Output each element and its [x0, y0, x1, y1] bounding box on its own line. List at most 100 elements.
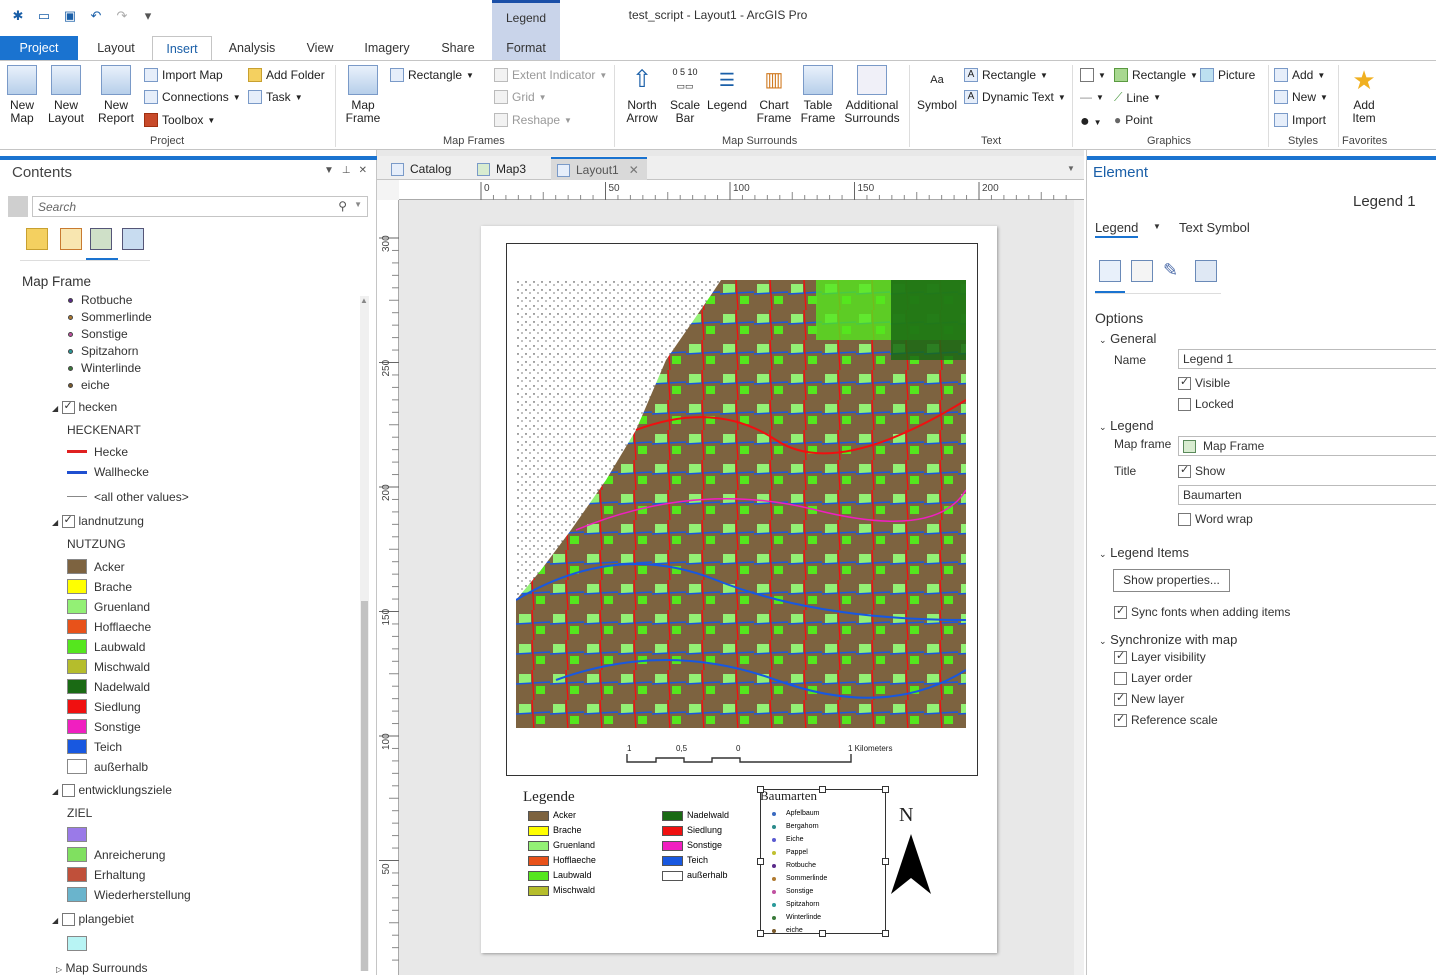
new-report-button[interactable]: New Report — [94, 65, 138, 125]
scale-bar-button[interactable]: 0 5 10 ▭▭ Scale Bar — [666, 65, 704, 125]
word-wrap-checkbox[interactable] — [1178, 513, 1191, 527]
editing-icon[interactable] — [122, 228, 144, 250]
grid-button[interactable]: Grid ▼ — [494, 90, 547, 104]
close-icon[interactable]: ✕ — [359, 165, 367, 176]
additional-surrounds-button[interactable]: Additional Surrounds — [840, 65, 904, 125]
map-frame-button[interactable]: Map Frame — [340, 65, 386, 125]
entwicklungsziele-layer-row[interactable]: ◢ entwicklungsziele — [52, 783, 172, 798]
new-layout-button[interactable]: New Layout — [44, 65, 88, 125]
point-color-button[interactable]: ● ▼ — [1080, 113, 1102, 131]
new-layer-option[interactable]: New layer — [1114, 691, 1184, 707]
drawing-order-icon[interactable] — [26, 228, 48, 250]
tab-project[interactable]: Project — [0, 36, 78, 60]
extent-indicator-button[interactable]: Extent Indicator ▼ — [494, 68, 607, 82]
north-arrow-button[interactable]: ⇧ North Arrow — [620, 65, 664, 125]
line-color-button[interactable]: — ▼ — [1080, 90, 1104, 104]
hecken-visibility-checkbox[interactable] — [61, 399, 75, 415]
selection-icon[interactable] — [90, 228, 112, 250]
tab-map3[interactable]: Map3 — [471, 158, 532, 180]
reference-scale-option[interactable]: Reference scale — [1114, 712, 1218, 728]
edit-icon[interactable]: ✎ — [1163, 260, 1185, 282]
title-text-field[interactable]: Baumarten — [1178, 485, 1436, 505]
tab-view[interactable]: View — [296, 36, 344, 60]
landnutzung-visibility-checkbox[interactable] — [61, 513, 75, 529]
sync-fonts-option[interactable]: Sync fonts when adding items — [1114, 604, 1290, 620]
fill-color-button[interactable]: ▼ — [1080, 68, 1106, 82]
new-layer-checkbox[interactable] — [1114, 691, 1127, 707]
symbol-button[interactable]: Aa Symbol — [914, 65, 960, 112]
show-title-checkbox[interactable] — [1178, 463, 1191, 479]
pane-options-icon[interactable]: ▼ — [324, 165, 334, 176]
show-properties-button[interactable]: Show properties... — [1113, 569, 1230, 592]
layout-scrollbar[interactable] — [1074, 200, 1084, 975]
locked-option[interactable]: Locked — [1178, 397, 1234, 412]
collapse-icon[interactable]: ◢ — [52, 404, 58, 413]
visible-checkbox[interactable] — [1178, 375, 1191, 391]
reference-scale-checkbox[interactable] — [1114, 712, 1127, 728]
resize-handle[interactable] — [757, 858, 764, 865]
search-input[interactable]: Search ⚲ ▼ — [32, 196, 368, 217]
tab-insert[interactable]: Insert — [152, 36, 212, 61]
resize-handle[interactable] — [882, 930, 889, 937]
data-source-icon[interactable] — [60, 228, 82, 250]
table-frame-button[interactable]: Table Frame — [798, 65, 838, 125]
expand-icon[interactable]: ▷ — [56, 965, 62, 974]
sync-fonts-checkbox[interactable] — [1114, 604, 1127, 620]
tab-share[interactable]: Share — [430, 36, 486, 60]
baumarten-legend-selection[interactable] — [760, 789, 886, 934]
graphics-rectangle-button[interactable]: Rectangle ▼ — [1114, 68, 1198, 82]
tab-layout[interactable]: Layout — [84, 36, 148, 60]
rectangle-frame-button[interactable]: Rectangle ▼ — [390, 68, 474, 82]
display-icon[interactable] — [1195, 260, 1217, 282]
connections-button[interactable]: Connections ▼ — [144, 90, 241, 104]
plangebiet-layer-row[interactable]: ◢ plangebiet — [52, 912, 134, 927]
tab-legend-options[interactable]: Legend — [1095, 220, 1139, 238]
entwicklungsziele-visibility-checkbox[interactable] — [61, 784, 75, 798]
legend-button[interactable]: ☰ Legend — [706, 65, 748, 112]
hecken-layer-row[interactable]: ◢ hecken — [52, 399, 117, 415]
scale-bar[interactable] — [626, 754, 856, 766]
resize-handle[interactable] — [882, 786, 889, 793]
general-section[interactable]: ⌄ General — [1099, 331, 1156, 346]
close-icon[interactable]: ✕ — [629, 163, 639, 177]
text-rectangle-button[interactable]: A Rectangle ▼ — [964, 68, 1048, 82]
visible-option[interactable]: Visible — [1178, 375, 1230, 391]
scrollbar-thumb[interactable] — [361, 601, 368, 971]
add-item-button[interactable]: ★ Add Item — [1344, 65, 1384, 125]
map-surrounds-node[interactable]: ▷ Map Surrounds — [56, 961, 148, 975]
contents-scrollbar[interactable]: ▲ — [360, 296, 369, 971]
legend-section[interactable]: ⌄ Legend — [1099, 418, 1154, 433]
toolbox-button[interactable]: Toolbox ▼ — [144, 113, 215, 127]
scroll-up-icon[interactable]: ▲ — [360, 296, 368, 305]
resize-handle[interactable] — [819, 930, 826, 937]
layer-visibility-option[interactable]: Layer visibility — [1114, 649, 1206, 665]
show-title-option[interactable]: Show — [1178, 463, 1225, 479]
import-map-button[interactable]: Import Map — [144, 68, 223, 82]
graphics-line-button[interactable]: ⟋ Line ▼ — [1114, 90, 1161, 105]
dynamic-text-button[interactable]: A Dynamic Text ▼ — [964, 90, 1066, 104]
styles-import-button[interactable]: Import — [1274, 113, 1326, 127]
chevron-down-icon[interactable]: ▼ — [1153, 222, 1161, 231]
chart-frame-button[interactable]: ▥ Chart Frame — [752, 65, 796, 125]
styles-new-button[interactable]: New ▼ — [1274, 90, 1328, 104]
name-field[interactable]: Legend 1 — [1178, 349, 1436, 369]
new-map-button[interactable]: New Map — [4, 65, 40, 125]
layer-order-checkbox[interactable] — [1114, 672, 1127, 686]
resize-handle[interactable] — [757, 786, 764, 793]
tab-catalog[interactable]: Catalog — [385, 158, 457, 180]
picture-button[interactable]: Picture — [1200, 68, 1255, 82]
resize-handle[interactable] — [882, 858, 889, 865]
layer-order-option[interactable]: Layer order — [1114, 671, 1192, 686]
layer-visibility-checkbox[interactable] — [1114, 649, 1127, 665]
arrangement-icon[interactable] — [1131, 260, 1153, 282]
word-wrap-option[interactable]: Word wrap — [1178, 512, 1253, 527]
plangebiet-visibility-checkbox[interactable] — [61, 913, 75, 927]
pin-icon[interactable]: ⊥ — [342, 165, 351, 176]
task-button[interactable]: Task ▼ — [248, 90, 303, 104]
tab-text-symbol[interactable]: Text Symbol — [1179, 220, 1250, 235]
reshape-button[interactable]: Reshape ▼ — [494, 113, 572, 127]
map-frame-node[interactable]: Map Frame — [22, 274, 91, 289]
filter-icon[interactable] — [8, 196, 28, 217]
resize-handle[interactable] — [757, 930, 764, 937]
map-frame[interactable] — [516, 280, 966, 728]
